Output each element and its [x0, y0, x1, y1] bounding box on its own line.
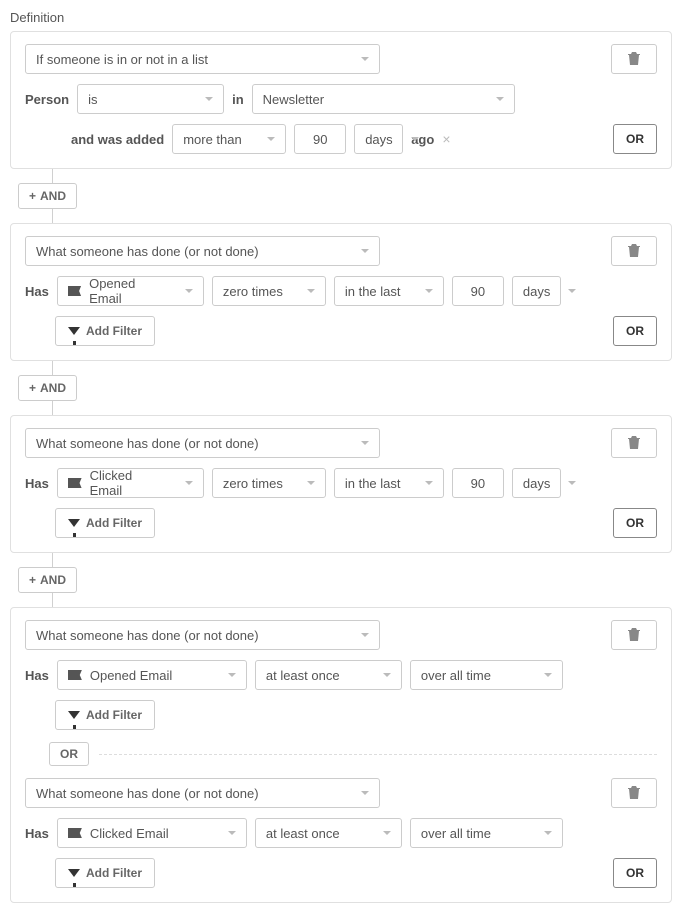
metric-select[interactable]: Clicked Email [57, 818, 247, 848]
rule-type-select[interactable]: What someone has done (or not done) [25, 236, 380, 266]
delete-rule-button[interactable] [611, 620, 657, 650]
added-label: and was added [71, 132, 164, 147]
connector [52, 361, 53, 375]
and-connector-button[interactable]: +AND [18, 375, 77, 401]
divider-line [99, 754, 657, 755]
trash-icon [628, 244, 640, 258]
added-value-input[interactable]: 90 [294, 124, 346, 154]
connector [52, 209, 53, 223]
count-op-select[interactable]: zero times [212, 276, 326, 306]
filter-icon [68, 711, 80, 719]
delete-rule-button[interactable] [611, 44, 657, 74]
or-button[interactable]: OR [613, 858, 657, 888]
rule-group: What someone has done (or not done) Has … [10, 223, 672, 361]
delete-rule-button[interactable] [611, 778, 657, 808]
rule-type-select[interactable]: What someone has done (or not done) [25, 620, 380, 650]
range-op-select[interactable]: over all time [410, 660, 563, 690]
add-filter-button[interactable]: Add Filter [55, 700, 155, 730]
rule-group: What someone has done (or not done) Has … [10, 415, 672, 553]
range-value-input[interactable]: 90 [452, 276, 504, 306]
trash-icon [628, 436, 640, 450]
filter-icon [68, 327, 80, 335]
and-connector-button[interactable]: +AND [18, 567, 77, 593]
rule-type-select[interactable]: What someone has done (or not done) [25, 778, 380, 808]
trash-icon [628, 52, 640, 66]
range-unit-select[interactable]: days [512, 276, 561, 306]
has-label: Has [25, 284, 49, 299]
or-button[interactable]: OR [613, 508, 657, 538]
plus-icon: + [29, 189, 36, 203]
count-op-select[interactable]: at least once [255, 660, 402, 690]
filter-icon [68, 519, 80, 527]
flag-icon [68, 670, 82, 680]
person-label: Person [25, 92, 69, 107]
inner-or-button[interactable]: OR [49, 742, 89, 766]
range-op-select[interactable]: in the last [334, 468, 444, 498]
added-op-select[interactable]: more than [172, 124, 286, 154]
connector [52, 553, 53, 567]
rule-type-select[interactable]: What someone has done (or not done) [25, 428, 380, 458]
count-op-select[interactable]: at least once [255, 818, 402, 848]
flag-icon [68, 478, 82, 488]
count-op-select[interactable]: zero times [212, 468, 326, 498]
delete-rule-button[interactable] [611, 428, 657, 458]
or-button[interactable]: OR [613, 124, 657, 154]
definition-title: Definition [10, 10, 672, 25]
connector [52, 593, 53, 607]
range-op-select[interactable]: over all time [410, 818, 563, 848]
person-op-select[interactable]: is [77, 84, 224, 114]
add-filter-button[interactable]: Add Filter [55, 508, 155, 538]
range-op-select[interactable]: in the last [334, 276, 444, 306]
has-label: Has [25, 668, 49, 683]
rule-group: What someone has done (or not done) Has … [10, 607, 672, 903]
in-label: in [232, 92, 244, 107]
has-label: Has [25, 476, 49, 491]
flag-icon [68, 286, 81, 296]
has-label: Has [25, 826, 49, 841]
range-unit-select[interactable]: days [512, 468, 561, 498]
clear-icon[interactable]: × [442, 131, 450, 147]
plus-icon: + [29, 573, 36, 587]
or-button[interactable]: OR [613, 316, 657, 346]
metric-select[interactable]: Clicked Email [57, 468, 204, 498]
trash-icon [628, 786, 640, 800]
connector [52, 169, 53, 183]
add-filter-button[interactable]: Add Filter [55, 316, 155, 346]
list-select[interactable]: Newsletter [252, 84, 515, 114]
plus-icon: + [29, 381, 36, 395]
metric-select[interactable]: Opened Email [57, 660, 247, 690]
add-filter-button[interactable]: Add Filter [55, 858, 155, 888]
and-connector-button[interactable]: +AND [18, 183, 77, 209]
flag-icon [68, 828, 82, 838]
filter-icon [68, 869, 80, 877]
connector [52, 401, 53, 415]
metric-select[interactable]: Opened Email [57, 276, 204, 306]
trash-icon [628, 628, 640, 642]
rule-group: If someone is in or not in a list Person… [10, 31, 672, 169]
or-divider: OR [25, 742, 657, 766]
added-unit-select[interactable]: days [354, 124, 403, 154]
delete-rule-button[interactable] [611, 236, 657, 266]
range-value-input[interactable]: 90 [452, 468, 504, 498]
rule-type-select[interactable]: If someone is in or not in a list [25, 44, 380, 74]
